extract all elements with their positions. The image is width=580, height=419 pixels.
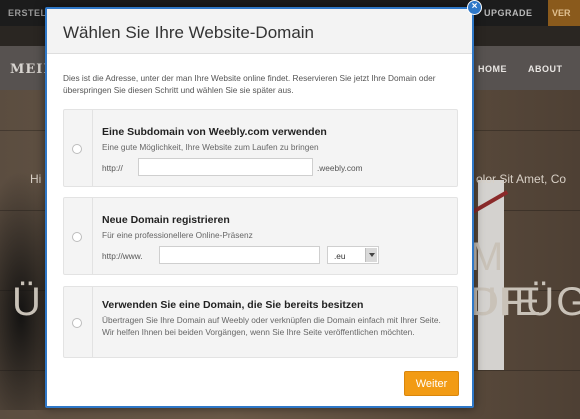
new-domain-input[interactable]: [159, 246, 320, 264]
topbar-upgrade-label[interactable]: UPGRADE: [484, 8, 533, 18]
topbar-create-label[interactable]: ERSTEL: [8, 8, 47, 18]
nav-home[interactable]: HOME: [478, 64, 507, 74]
option-existing-domain-subtitle: Übertragen Sie Ihre Domain auf Weebly od…: [102, 315, 441, 337]
topbar-publish-label[interactable]: VER: [548, 0, 580, 26]
option-existing-domain-title: Verwenden Sie eine Domain, die Sie berei…: [102, 299, 364, 311]
hero-heading-bottom-right: UFÜG: [468, 280, 580, 324]
option-existing-domain[interactable]: Verwenden Sie eine Domain, die Sie berei…: [63, 286, 458, 358]
tld-select[interactable]: .eu: [327, 246, 379, 264]
subdomain-suffix: .weebly.com: [317, 163, 363, 173]
dialog-intro: Dies ist die Adresse, unter der man Ihre…: [63, 73, 436, 95]
tld-selected-value: .eu: [334, 251, 346, 261]
close-icon[interactable]: ×: [467, 0, 482, 15]
chevron-down-icon: [365, 248, 377, 262]
dialog-header: Wählen Sie Ihre Website-Domain: [47, 9, 472, 54]
option-new-domain[interactable]: Neue Domain registrieren Für eine profes…: [63, 197, 458, 275]
next-button[interactable]: Weiter: [404, 371, 459, 396]
subdomain-prefix: http://: [102, 163, 123, 173]
hero-tagline-right: olor Sit Amet, Co: [476, 172, 567, 186]
hero-tagline-left: Hi: [30, 172, 42, 186]
option-new-domain-subtitle: Für eine professionellere Online-Präsenz: [102, 230, 253, 240]
dialog-title: Wählen Sie Ihre Website-Domain: [63, 23, 315, 42]
subdomain-input[interactable]: [138, 158, 313, 176]
option-subdomain[interactable]: Eine Subdomain von Weebly.com verwenden …: [63, 109, 458, 187]
radio-new-domain[interactable]: [72, 232, 82, 242]
option-new-domain-title: Neue Domain registrieren: [102, 214, 230, 226]
radio-existing-domain[interactable]: [72, 318, 82, 328]
nav-about[interactable]: ABOUT: [528, 64, 563, 74]
option-subdomain-subtitle: Eine gute Möglichkeit, Ihre Website zum …: [102, 142, 319, 152]
radio-subdomain[interactable]: [72, 144, 82, 154]
option-subdomain-title: Eine Subdomain von Weebly.com verwenden: [102, 126, 327, 138]
new-domain-prefix: http://www.: [102, 251, 143, 261]
domain-dialog: Wählen Sie Ihre Website-Domain Dies ist …: [45, 7, 474, 408]
hero-heading-bottom-left: Ü: [12, 280, 43, 324]
